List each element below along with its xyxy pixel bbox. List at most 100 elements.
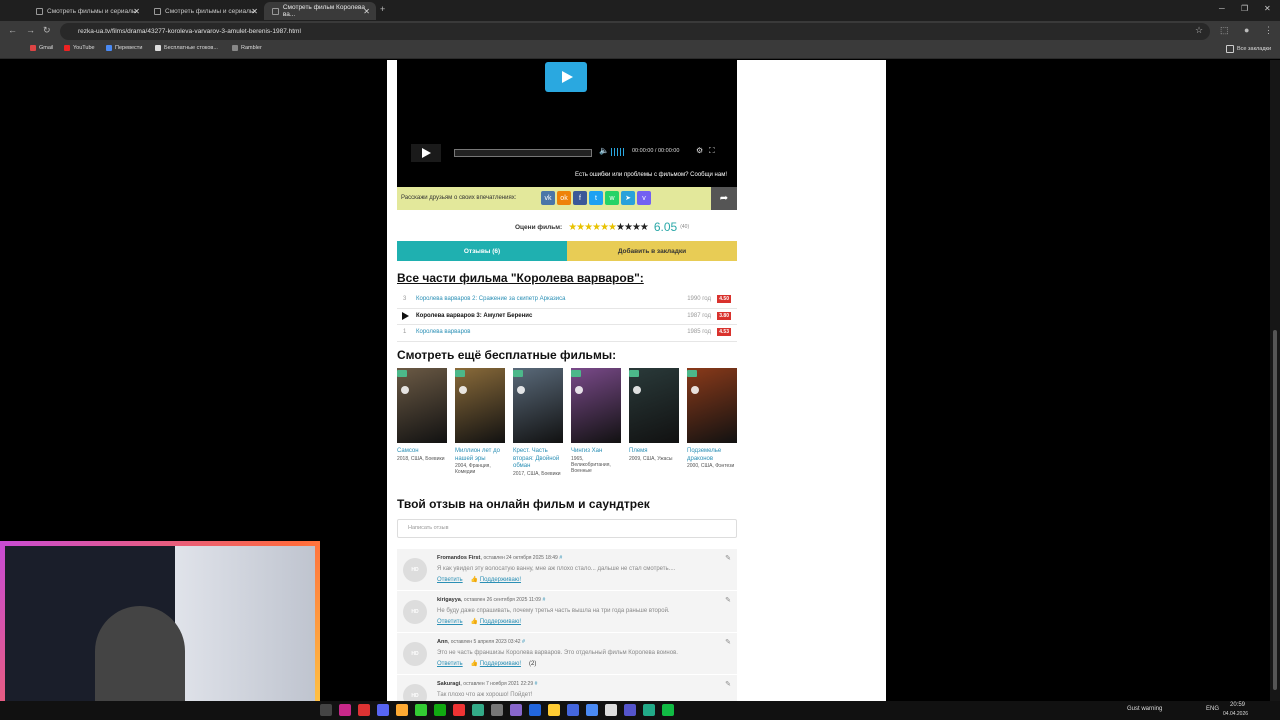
- new-tab-icon[interactable]: +: [380, 4, 385, 14]
- star-icon[interactable]: ★: [616, 222, 625, 233]
- film-title[interactable]: Миллион лет до нашей эры: [455, 448, 505, 463]
- film-card[interactable]: Крест. Часть вторая: Двойной обман 2017, …: [513, 368, 563, 477]
- quote-icon[interactable]: ✎: [725, 596, 731, 604]
- part-row[interactable]: Королева варваров 3: Амулет Беренис 1987 …: [397, 309, 737, 325]
- maximize-icon[interactable]: ❐: [1241, 4, 1248, 13]
- share-icon[interactable]: ➦: [711, 187, 737, 210]
- vk-icon[interactable]: vk: [541, 191, 555, 205]
- bookmark-youtube[interactable]: YouTube: [64, 45, 95, 51]
- part-row[interactable]: 1 Королева варваров 1985 год 4.53: [397, 325, 737, 342]
- review-textarea[interactable]: Написать отзыв: [397, 519, 737, 538]
- whatsapp-icon[interactable]: w: [605, 191, 619, 205]
- part-title[interactable]: Королева варваров 3: Амулет Беренис: [416, 313, 532, 319]
- video-player[interactable]: 🔈 00:00:00 / 00:00:00 ⚙ ⛶ Есть ошибки ил…: [397, 60, 737, 187]
- viber-icon[interactable]: v: [637, 191, 651, 205]
- part-title[interactable]: Королева варваров 2: Сражение за скипетр…: [416, 296, 566, 302]
- scrollbar-thumb[interactable]: [1273, 330, 1277, 690]
- taskbar-app-icon[interactable]: [491, 704, 503, 716]
- taskbar-app-icon[interactable]: [662, 704, 674, 716]
- seek-bar[interactable]: [454, 149, 592, 157]
- star-icon[interactable]: ☆: [1195, 25, 1203, 36]
- taskbar-app-icon[interactable]: [377, 704, 389, 716]
- telegram-icon[interactable]: ➤: [621, 191, 635, 205]
- volume-slider[interactable]: [611, 148, 625, 156]
- facebook-icon[interactable]: f: [573, 191, 587, 205]
- film-poster[interactable]: [455, 368, 505, 443]
- weather-notice[interactable]: Gust warning: [1127, 706, 1162, 712]
- fullscreen-icon[interactable]: ⛶: [709, 146, 715, 156]
- star-icon[interactable]: ★: [624, 222, 633, 233]
- reply-link[interactable]: Ответить: [437, 577, 463, 583]
- taskbar-app-icon[interactable]: [358, 704, 370, 716]
- like-link[interactable]: Поддерживаю!: [480, 577, 521, 583]
- anchor-icon[interactable]: #: [535, 681, 538, 687]
- taskbar-app-icon[interactable]: [605, 704, 617, 716]
- taskbar-app-icon[interactable]: [567, 704, 579, 716]
- big-play-button[interactable]: [545, 62, 587, 92]
- scrollbar[interactable]: [1270, 60, 1280, 701]
- star-icon[interactable]: ★: [568, 222, 577, 233]
- reviews-button[interactable]: Отзывы (6): [397, 241, 567, 261]
- taskbar-app-icon[interactable]: [434, 704, 446, 716]
- close-window-icon[interactable]: ✕: [1264, 4, 1271, 13]
- menu-icon[interactable]: ⋮: [1264, 25, 1273, 36]
- play-button[interactable]: [411, 144, 441, 162]
- star-icon[interactable]: ★: [576, 222, 585, 233]
- taskbar-app-icon[interactable]: [472, 704, 484, 716]
- like-link[interactable]: Поддерживаю!: [480, 619, 521, 625]
- film-card[interactable]: Подземелье драконов 2000, США, Фэнтези: [687, 368, 737, 469]
- comment-author[interactable]: Ann: [437, 639, 448, 645]
- taskbar-app-icon[interactable]: [643, 704, 655, 716]
- taskbar-app-icon[interactable]: [320, 704, 332, 716]
- bookmark-gmail[interactable]: Gmail: [30, 45, 53, 51]
- forward-icon[interactable]: →: [26, 25, 35, 35]
- film-card[interactable]: Чингиз Хан 1965, Великобритания, Военные: [571, 368, 621, 474]
- film-card[interactable]: Самсон 2018, США, Боевики: [397, 368, 447, 462]
- comment-author[interactable]: Sakuragi: [437, 681, 460, 687]
- film-title[interactable]: Чингиз Хан: [571, 448, 621, 456]
- volume-icon[interactable]: 🔈: [599, 146, 609, 155]
- anchor-icon[interactable]: #: [559, 555, 562, 561]
- close-icon[interactable]: ✕: [363, 7, 370, 16]
- rating-stars[interactable]: ★★★★★★★★★★: [568, 222, 649, 233]
- all-bookmarks[interactable]: Все закладки: [1226, 45, 1271, 53]
- taskbar-app-icon[interactable]: [339, 704, 351, 716]
- taskbar-app-icon[interactable]: [586, 704, 598, 716]
- star-icon[interactable]: ★: [632, 222, 641, 233]
- star-icon[interactable]: ★: [584, 222, 593, 233]
- film-card[interactable]: Племя 2009, США, Ужасы: [629, 368, 679, 462]
- film-title[interactable]: Подземелье драконов: [687, 448, 737, 463]
- tab-1[interactable]: Смотреть фильмы и сериалы ✕: [28, 2, 146, 20]
- star-icon[interactable]: ★: [608, 222, 617, 233]
- taskbar-app-icon[interactable]: [624, 704, 636, 716]
- back-icon[interactable]: ←: [8, 25, 17, 35]
- star-icon[interactable]: ★: [592, 222, 601, 233]
- film-poster[interactable]: [513, 368, 563, 443]
- twitter-icon[interactable]: t: [589, 191, 603, 205]
- film-title[interactable]: Племя: [629, 448, 679, 456]
- minimize-icon[interactable]: ─: [1219, 4, 1225, 13]
- taskbar-app-icon[interactable]: [415, 704, 427, 716]
- clock-date[interactable]: 04.04.2026: [1223, 711, 1248, 717]
- film-poster[interactable]: [397, 368, 447, 443]
- quote-icon[interactable]: ✎: [725, 638, 731, 646]
- ok-icon[interactable]: ok: [557, 191, 571, 205]
- film-card[interactable]: Миллион лет до нашей эры 2004, Франция, К…: [455, 368, 505, 475]
- extensions-icon[interactable]: ⬚: [1220, 25, 1229, 36]
- taskbar-app-icon[interactable]: [529, 704, 541, 716]
- star-icon[interactable]: ★: [600, 222, 609, 233]
- reply-link[interactable]: Ответить: [437, 661, 463, 667]
- profile-avatar[interactable]: ●: [1244, 25, 1249, 35]
- bookmark-rambler[interactable]: Rambler: [232, 45, 262, 51]
- tab-3[interactable]: Смотреть фильм Королева ва... ✕: [264, 2, 376, 20]
- star-icon[interactable]: ★: [640, 222, 649, 233]
- film-poster[interactable]: [687, 368, 737, 443]
- comment-author[interactable]: Fromandos First: [437, 555, 480, 561]
- taskbar-app-icon[interactable]: [548, 704, 560, 716]
- quote-icon[interactable]: ✎: [725, 680, 731, 688]
- bookmark-translate[interactable]: Перевести: [106, 45, 142, 51]
- clock-time[interactable]: 20:59: [1230, 702, 1245, 708]
- taskbar-app-icon[interactable]: [453, 704, 465, 716]
- close-icon[interactable]: ✕: [133, 7, 140, 16]
- settings-icon[interactable]: ⚙: [696, 146, 703, 155]
